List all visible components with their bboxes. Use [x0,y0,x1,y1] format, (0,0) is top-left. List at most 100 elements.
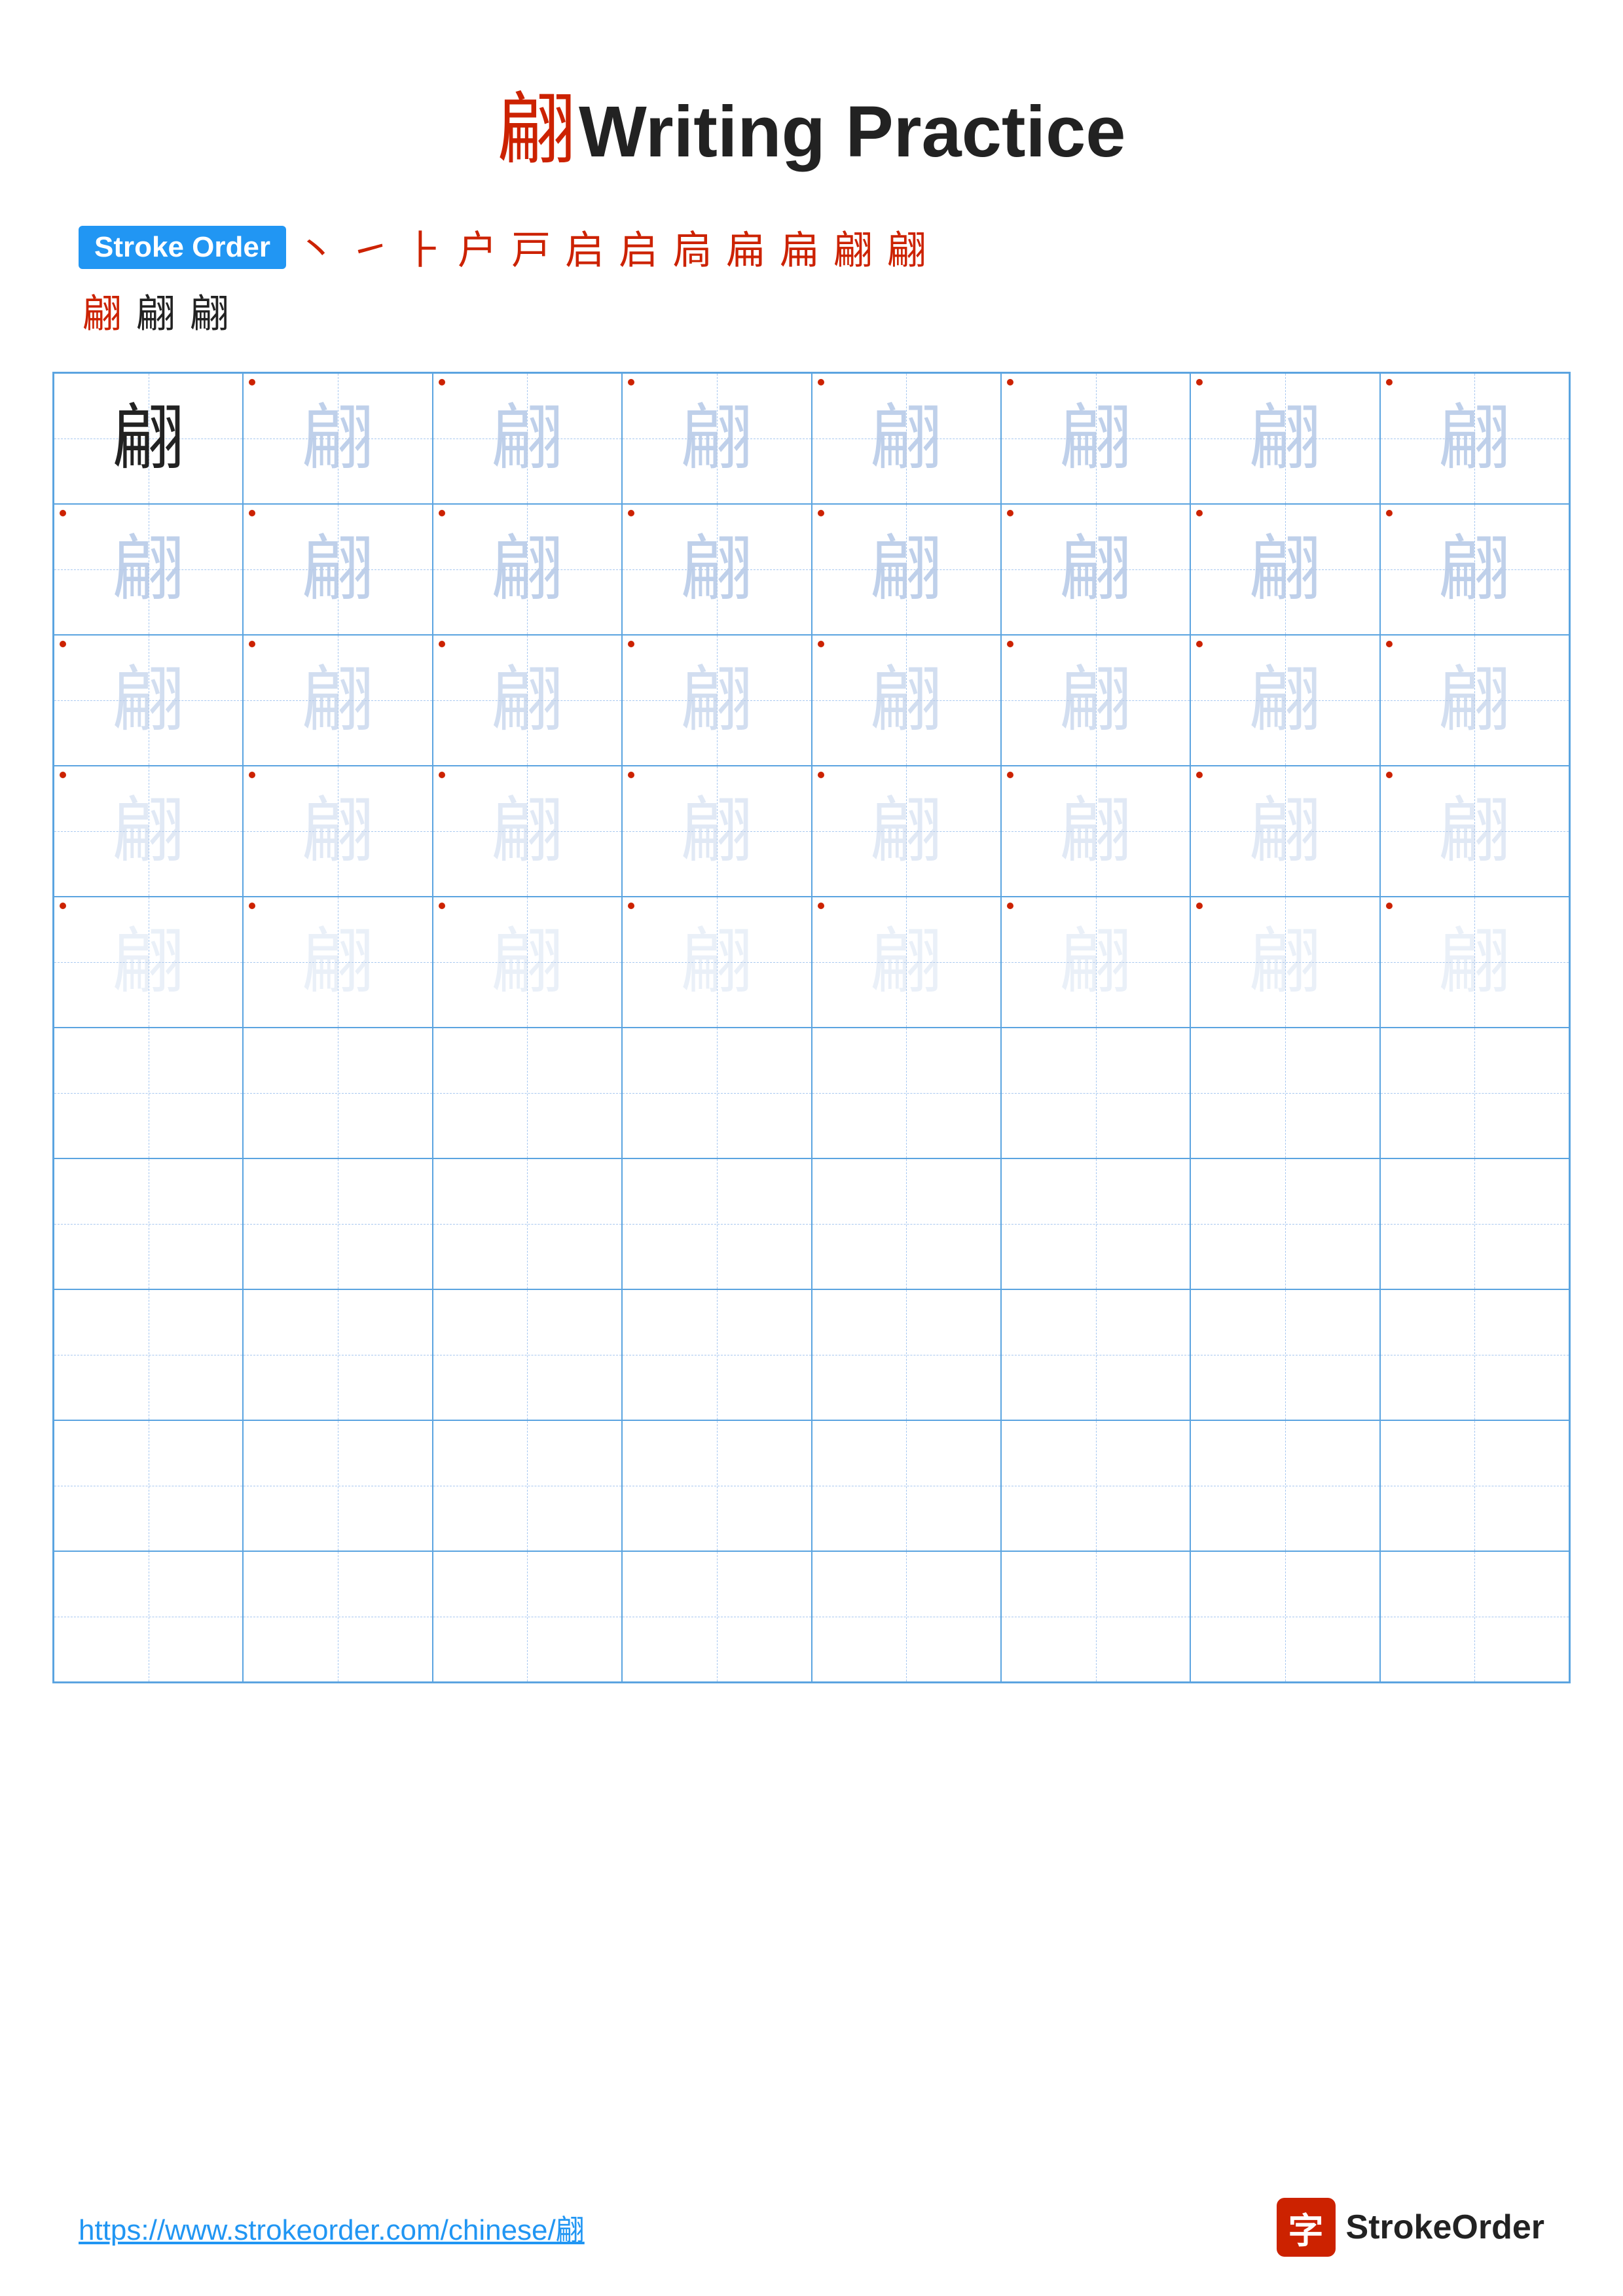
grid-cell-r3c5: 翩 [812,635,1001,766]
grid-cell-r7c4[interactable] [622,1158,811,1289]
grid-cell-r10c8[interactable] [1380,1551,1569,1682]
grid-cell-r7c1[interactable] [54,1158,243,1289]
grid-cell-r3c2: 翩 [243,635,432,766]
guide-dot [60,772,66,778]
grid-cell-r10c4[interactable] [622,1551,811,1682]
grid-cell-r9c4[interactable] [622,1420,811,1551]
char-r2c6: 翩 [1060,533,1132,605]
grid-cell-r8c4[interactable] [622,1289,811,1420]
char-r5c2: 翩 [302,926,374,998]
footer-url[interactable]: https://www.strokeorder.com/chinese/翩 [79,2206,585,2248]
grid-cell-r10c3[interactable] [433,1551,622,1682]
guide-dot [60,903,66,909]
guide-dot [818,903,824,909]
grid-cell-r4c1: 翩 [54,766,243,897]
char-r4c8: 翩 [1438,795,1510,867]
grid-cell-r8c6[interactable] [1001,1289,1190,1420]
char-r5c1: 翩 [113,926,185,998]
grid-cell-r10c6[interactable] [1001,1551,1190,1682]
char-r1c8: 翩 [1438,403,1510,475]
grid-cell-r6c6[interactable] [1001,1028,1190,1158]
grid-cell-r10c2[interactable] [243,1551,432,1682]
grid-cell-r9c3[interactable] [433,1420,622,1551]
grid-cell-r8c2[interactable] [243,1289,432,1420]
stroke-11: 翩 [833,219,873,276]
guide-dot [1386,772,1393,778]
guide-dot [249,510,255,516]
grid-cell-r7c6[interactable] [1001,1158,1190,1289]
grid-cell-r8c5[interactable] [812,1289,1001,1420]
grid-cell-r6c3[interactable] [433,1028,622,1158]
stroke-4: 户 [458,219,497,276]
guide-dot [1196,510,1203,516]
grid-cell-r7c8[interactable] [1380,1158,1569,1289]
stroke-order-section: Stroke Order 丶 ㇀ ⺊ 户 戸 启 启 扃 扁 扁 翩 翩 翩 翩… [0,219,1623,339]
stroke-1: 丶 [297,219,336,276]
grid-cell-r4c7: 翩 [1190,766,1379,897]
grid-cell-r6c1[interactable] [54,1028,243,1158]
char-r4c4: 翩 [681,795,753,867]
grid-cell-r9c7[interactable] [1190,1420,1379,1551]
grid-cell-r8c8[interactable] [1380,1289,1569,1420]
guide-dot [1196,379,1203,386]
grid-cell-r5c1: 翩 [54,897,243,1028]
guide-dot [818,641,824,647]
guide-dot [628,903,634,909]
grid-cell-r7c7[interactable] [1190,1158,1379,1289]
guide-dot [818,510,824,516]
grid-cell-r4c4: 翩 [622,766,811,897]
grid-cell-r10c1[interactable] [54,1551,243,1682]
page-title: 翩 Writing Practice [0,0,1623,179]
guide-dot [1007,641,1013,647]
grid-cell-r8c7[interactable] [1190,1289,1379,1420]
char-r4c7: 翩 [1249,795,1321,867]
grid-cell-r8c3[interactable] [433,1289,622,1420]
grid-cell-r6c4[interactable] [622,1028,811,1158]
grid-cell-r10c7[interactable] [1190,1551,1379,1682]
grid-cell-r4c2: 翩 [243,766,432,897]
grid-cell-r8c1[interactable] [54,1289,243,1420]
grid-cell-r1c7: 翩 [1190,373,1379,504]
guide-dot [818,772,824,778]
grid-cell-r4c5: 翩 [812,766,1001,897]
grid-cell-r9c8[interactable] [1380,1420,1569,1551]
guide-dot [60,510,66,516]
grid-cell-r5c4: 翩 [622,897,811,1028]
char-r1c4: 翩 [681,403,753,475]
grid-cell-r10c5[interactable] [812,1551,1001,1682]
footer-logo: 字 StrokeOrder [1277,2198,1544,2257]
stroke-2: ㇀ [350,219,390,276]
guide-dot [1386,379,1393,386]
guide-dot [1007,510,1013,516]
grid-cell-r9c5[interactable] [812,1420,1001,1551]
grid-cell-r9c1[interactable] [54,1420,243,1551]
grid-cell-r3c6: 翩 [1001,635,1190,766]
grid-cell-r6c5[interactable] [812,1028,1001,1158]
grid-cell-r3c3: 翩 [433,635,622,766]
grid-cell-r6c7[interactable] [1190,1028,1379,1158]
guide-dot [1196,903,1203,909]
stroke-7: 启 [619,219,658,276]
grid-cell-r1c3: 翩 [433,373,622,504]
guide-dot [1386,510,1393,516]
stroke-13: 翩 [82,282,122,339]
grid-cell-r2c5: 翩 [812,504,1001,635]
guide-dot [249,772,255,778]
grid-cell-r6c8[interactable] [1380,1028,1569,1158]
grid-cell-r7c5[interactable] [812,1158,1001,1289]
grid-cell-r9c6[interactable] [1001,1420,1190,1551]
grid-cell-r7c3[interactable] [433,1158,622,1289]
grid-cell-r7c2[interactable] [243,1158,432,1289]
char-r4c1: 翩 [113,795,185,867]
grid-cell-r4c6: 翩 [1001,766,1190,897]
stroke-order-row: Stroke Order 丶 ㇀ ⺊ 户 戸 启 启 扃 扁 扁 翩 翩 [79,219,1544,276]
grid-cell-r6c2[interactable] [243,1028,432,1158]
char-r2c3: 翩 [491,533,563,605]
char-r4c3: 翩 [491,795,563,867]
stroke-5: 戸 [511,219,551,276]
guide-dot [628,772,634,778]
grid-cell-r9c2[interactable] [243,1420,432,1551]
char-r3c5: 翩 [870,664,942,736]
stroke-10: 扁 [780,219,819,276]
guide-dot [1386,903,1393,909]
